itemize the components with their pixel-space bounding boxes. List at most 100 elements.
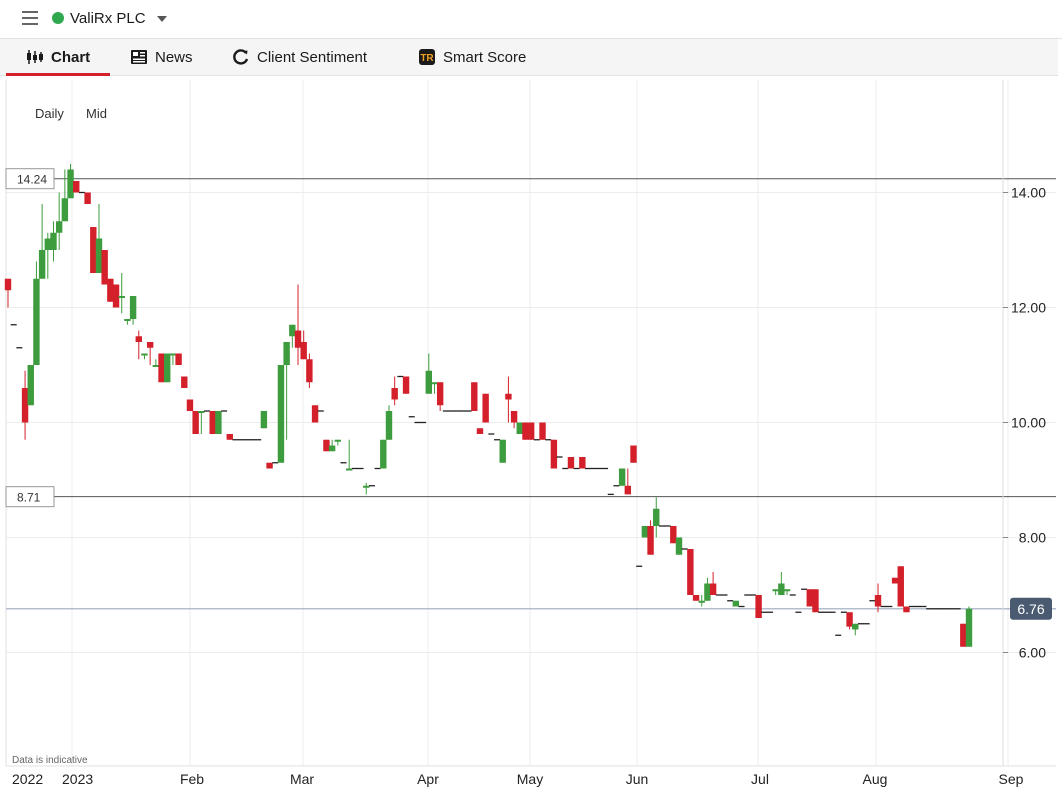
candle bbox=[266, 462, 273, 469]
candle-body bbox=[527, 422, 535, 440]
candle bbox=[891, 577, 899, 584]
candle bbox=[146, 342, 154, 365]
candle-body bbox=[783, 589, 791, 592]
x-tick-label: Jun bbox=[626, 771, 649, 787]
candle-body bbox=[266, 462, 273, 469]
candle-body bbox=[124, 319, 131, 321]
candle bbox=[755, 595, 762, 618]
candle-body bbox=[283, 342, 290, 365]
candle bbox=[260, 411, 268, 429]
candle bbox=[186, 399, 194, 411]
candle bbox=[499, 439, 506, 463]
candle-body bbox=[146, 342, 154, 348]
tab-chart[interactable]: Chart bbox=[26, 39, 90, 75]
candle bbox=[772, 589, 779, 595]
tab-smart-score[interactable]: TR Smart Score bbox=[418, 39, 526, 75]
candle-body bbox=[510, 411, 518, 423]
candle-body bbox=[704, 583, 711, 601]
candle bbox=[363, 482, 370, 495]
y-axis: 14.00 12.00 10.00 8.00 6.00 6.76 bbox=[1002, 80, 1052, 766]
tab-label: Smart Score bbox=[443, 48, 527, 66]
y-tick-label: 14.00 bbox=[1011, 185, 1046, 201]
candle-body bbox=[550, 439, 558, 469]
tab-label: Chart bbox=[51, 48, 91, 66]
candle-body bbox=[641, 526, 649, 538]
candle bbox=[431, 382, 438, 394]
candle bbox=[101, 250, 108, 285]
tab-client-sentiment[interactable]: Client Sentiment bbox=[232, 39, 367, 75]
hamburger-menu-icon[interactable] bbox=[22, 11, 38, 25]
y-tick-label: 8.00 bbox=[1019, 530, 1046, 546]
x-axis: 2022 2023 Feb Mar Apr May Jun Jul Aug Sep bbox=[12, 771, 1024, 787]
candle-body bbox=[294, 330, 302, 348]
candle bbox=[812, 589, 819, 613]
candle-body bbox=[112, 284, 120, 308]
candle bbox=[567, 457, 575, 469]
candle bbox=[169, 353, 177, 365]
candle bbox=[73, 181, 80, 193]
candle bbox=[27, 365, 34, 406]
candle-body bbox=[169, 353, 177, 356]
candle bbox=[33, 261, 40, 365]
candle bbox=[647, 520, 654, 555]
candle bbox=[539, 422, 546, 440]
x-tick-label: Sep bbox=[999, 771, 1024, 787]
candle-body bbox=[891, 577, 899, 584]
candle bbox=[38, 204, 46, 279]
chart-area[interactable]: 14.24 8.71 14.00 12.00 10.00 8.00 6.00 6.76 20… bbox=[0, 76, 1062, 795]
candle-body bbox=[732, 600, 740, 607]
y-tick-label: 6.00 bbox=[1019, 645, 1046, 661]
candle-body bbox=[647, 526, 654, 555]
candle-body bbox=[300, 342, 307, 360]
candle-body bbox=[328, 445, 336, 452]
price-chart[interactable]: 14.24 8.71 14.00 12.00 10.00 8.00 6.00 6.76 20… bbox=[0, 76, 1062, 795]
x-tick-label: Jul bbox=[751, 771, 769, 787]
candle bbox=[903, 606, 910, 613]
x-tick-label: Mar bbox=[290, 771, 314, 787]
candle-body bbox=[209, 411, 216, 434]
candle bbox=[323, 439, 330, 452]
candle-body bbox=[897, 566, 904, 607]
candle-body bbox=[709, 583, 717, 595]
candle bbox=[311, 405, 319, 423]
candle-body bbox=[67, 169, 74, 199]
candle bbox=[385, 405, 393, 440]
tab-news[interactable]: News bbox=[130, 39, 193, 75]
candle bbox=[704, 577, 711, 601]
candle bbox=[300, 330, 307, 360]
price-type-selector[interactable]: Mid bbox=[86, 106, 107, 121]
candle-body bbox=[380, 439, 387, 469]
candle bbox=[579, 457, 586, 469]
candle-body bbox=[567, 457, 575, 469]
candle-body bbox=[363, 485, 370, 488]
candle bbox=[897, 566, 904, 607]
candle-body bbox=[965, 608, 973, 647]
candle-body bbox=[192, 411, 199, 434]
candle bbox=[61, 169, 69, 222]
candle bbox=[112, 284, 120, 308]
candle-body bbox=[44, 238, 52, 250]
candle-body bbox=[175, 353, 182, 365]
candle-body bbox=[505, 393, 512, 400]
candlestick-icon bbox=[27, 50, 43, 64]
candle bbox=[402, 376, 410, 394]
candle bbox=[289, 324, 296, 348]
tab-bar: Chart News Client Sentiment TR Smart Sco… bbox=[0, 39, 1058, 76]
instrument-name[interactable]: ValiRx PLC bbox=[70, 10, 146, 27]
candle-body bbox=[670, 526, 677, 544]
x-tick-label: May bbox=[517, 771, 543, 787]
interval-selector[interactable]: Daily bbox=[35, 106, 64, 121]
chevron-down-icon[interactable] bbox=[157, 16, 167, 22]
tab-label: Client Sentiment bbox=[257, 48, 368, 66]
candle bbox=[175, 353, 182, 365]
candle-body bbox=[289, 324, 296, 337]
candle-body bbox=[90, 227, 97, 273]
candle bbox=[522, 422, 529, 440]
candle-body bbox=[806, 589, 813, 607]
candle-body bbox=[772, 589, 779, 592]
candle bbox=[641, 526, 649, 538]
candle-body bbox=[50, 232, 57, 250]
candle-body bbox=[476, 428, 484, 434]
candle bbox=[732, 600, 740, 607]
candle-body bbox=[539, 422, 546, 440]
